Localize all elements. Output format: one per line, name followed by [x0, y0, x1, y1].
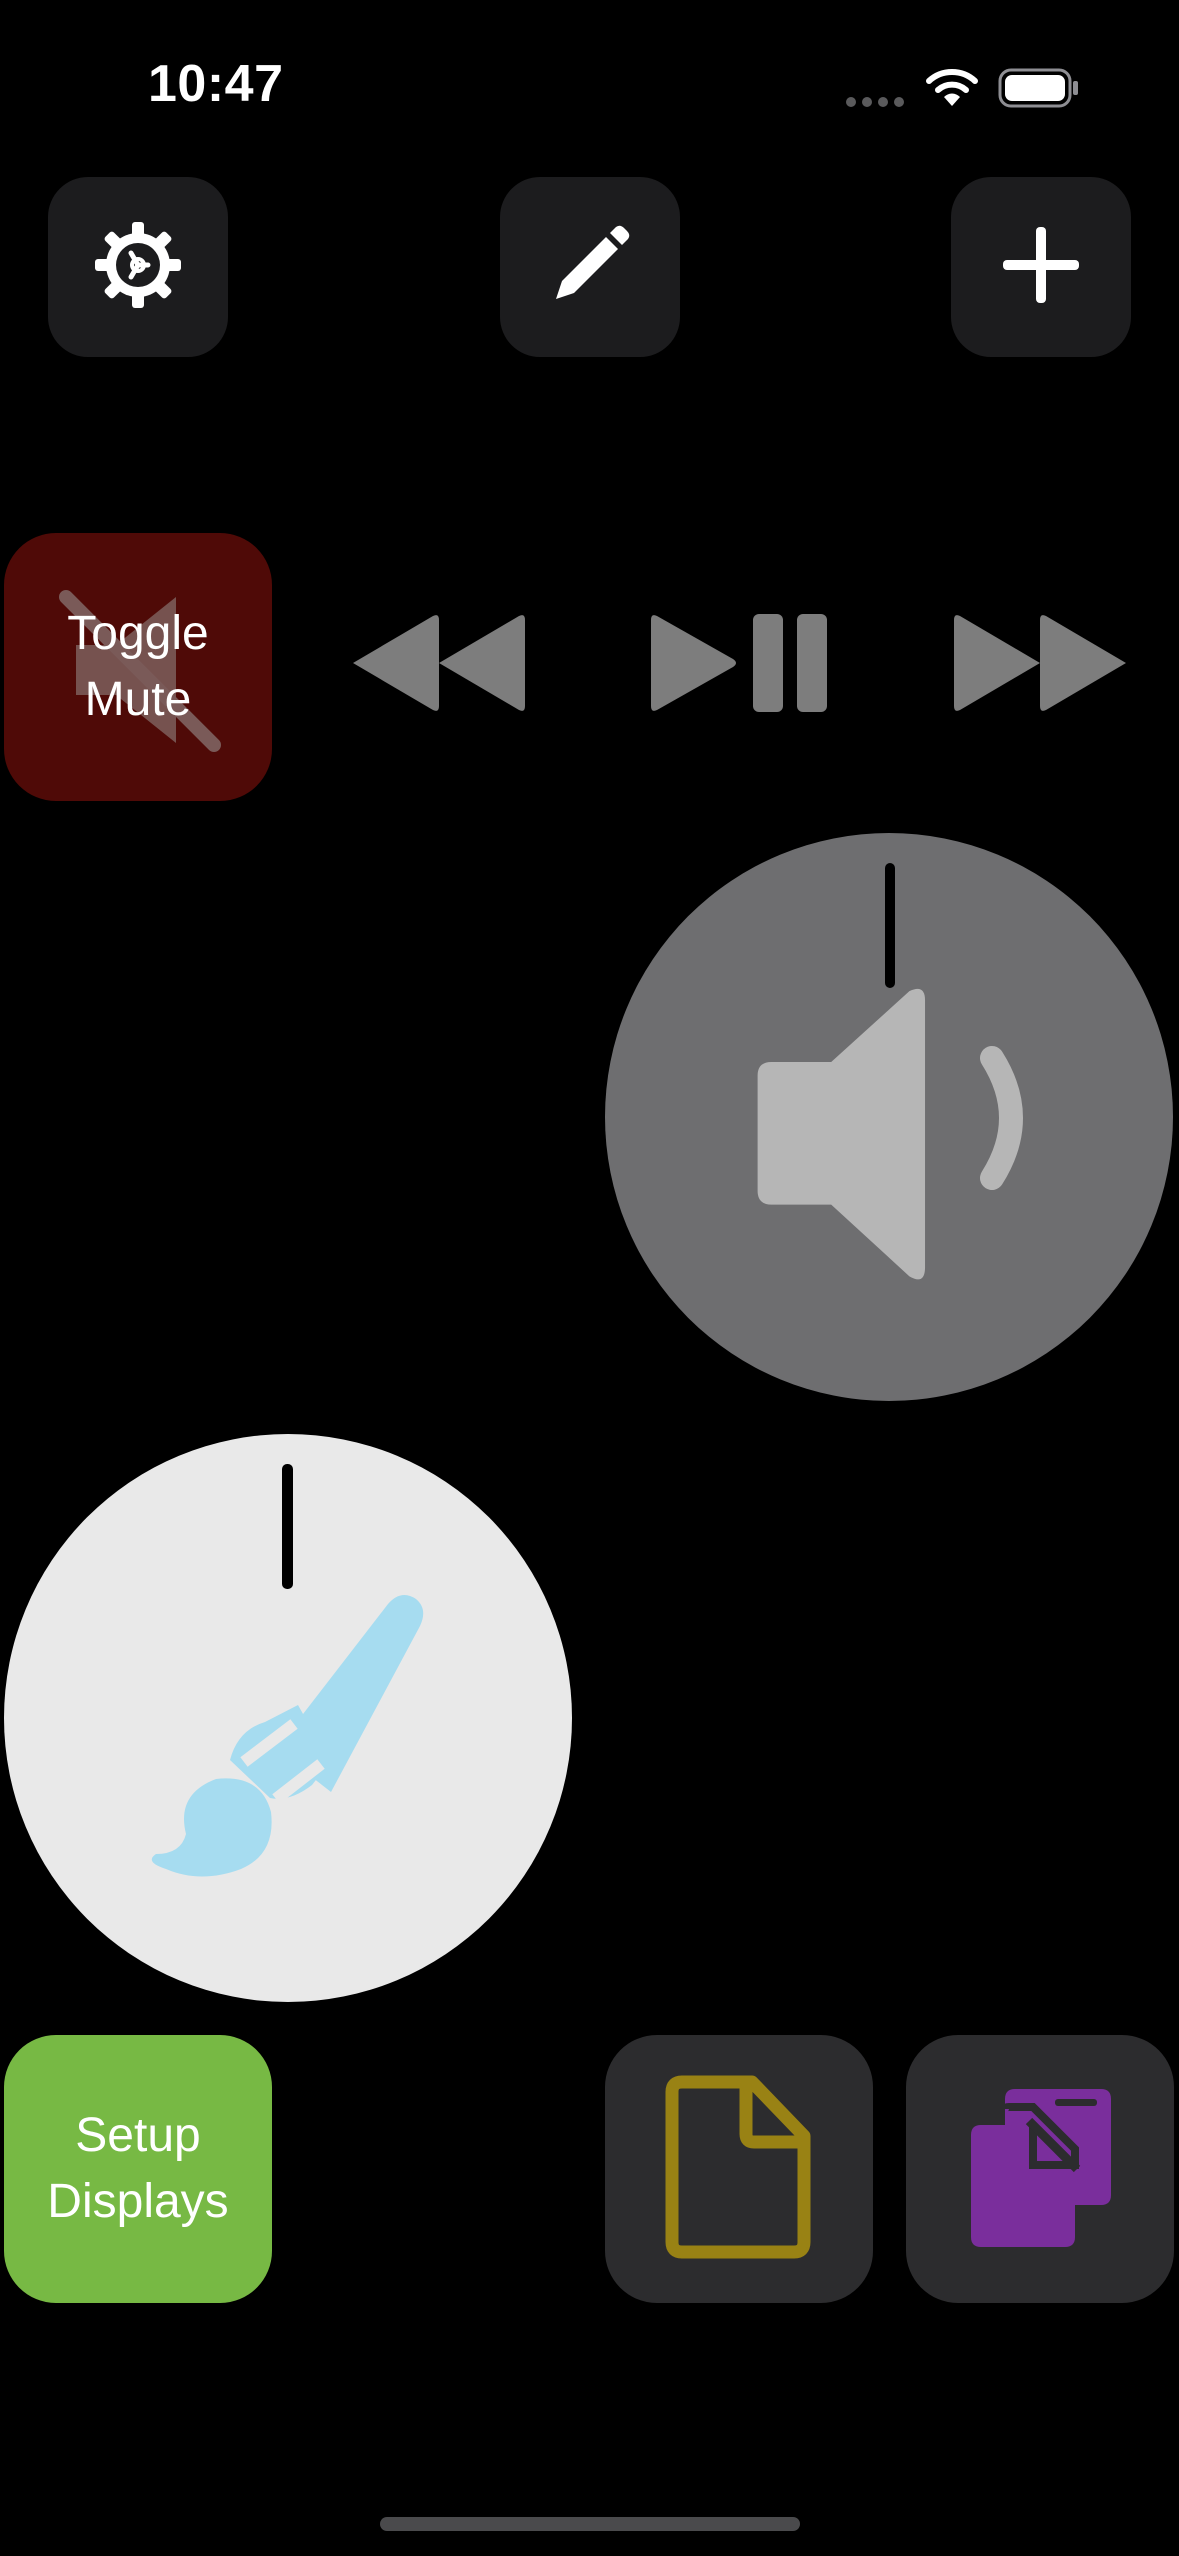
rewind-button[interactable] — [345, 600, 535, 730]
new-document-tile[interactable] — [605, 2035, 873, 2303]
cellular-signal-icon — [845, 95, 905, 109]
play-pause-button[interactable] — [645, 600, 835, 730]
home-indicator[interactable] — [380, 2517, 800, 2531]
edit-button[interactable] — [500, 177, 680, 357]
paintbrush-icon — [126, 1564, 446, 1889]
backward-icon — [347, 610, 533, 721]
setup-displays-tile[interactable]: Setup Displays — [4, 2035, 272, 2303]
play-pause-icon — [647, 610, 833, 721]
brush-knob[interactable] — [4, 1434, 572, 2002]
gear-icon — [93, 220, 183, 315]
toggle-mute-tile[interactable]: Toggle Mute — [4, 533, 272, 801]
setup-displays-label: Setup Displays — [47, 2109, 229, 2228]
status-time: 10:47 — [148, 55, 284, 113]
volume-knob[interactable] — [605, 833, 1173, 1401]
document-icon — [664, 2074, 814, 2265]
pencil-icon — [548, 223, 632, 312]
documents-copy-icon — [965, 2087, 1115, 2252]
speaker-icon — [730, 958, 1060, 1293]
duplicate-document-tile[interactable] — [906, 2035, 1174, 2303]
plus-icon — [1001, 225, 1081, 310]
forward-icon — [946, 610, 1132, 721]
battery-icon — [998, 68, 1080, 108]
forward-button[interactable] — [944, 600, 1134, 730]
add-button[interactable] — [951, 177, 1131, 357]
settings-button[interactable] — [48, 177, 228, 357]
wifi-icon — [925, 66, 979, 108]
toggle-mute-label: Toggle Mute — [67, 607, 209, 726]
